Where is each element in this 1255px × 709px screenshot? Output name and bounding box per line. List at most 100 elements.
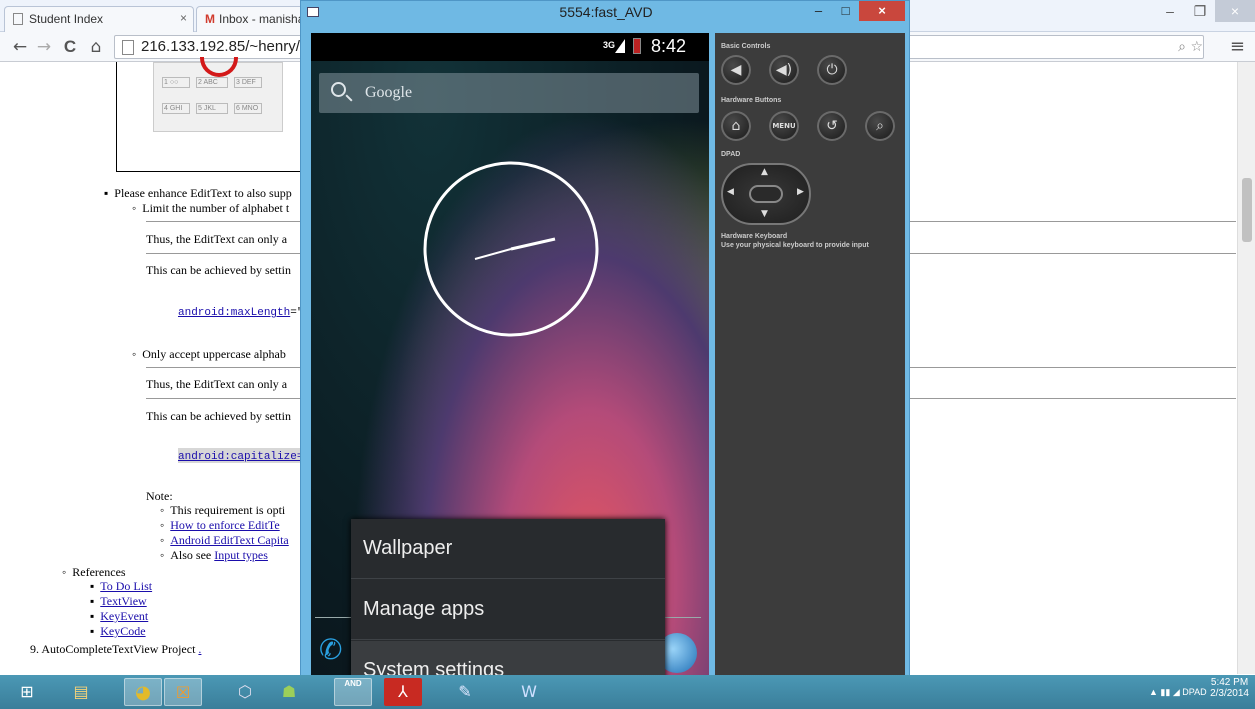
signal-icon (615, 39, 625, 53)
divider (146, 367, 300, 368)
maximize-button[interactable]: ❐ (1185, 0, 1215, 22)
tray-label: DPAD (1182, 687, 1207, 697)
google-search-bar[interactable]: Google (319, 73, 699, 113)
windows-taskbar: ⊞ ▤ ◕ ☒ ⬡ ☗ AND ⅄ ✎ W ▲ ▮▮ ◢ DPAD 5:42 P… (0, 675, 1255, 709)
reload-button[interactable]: C (60, 37, 80, 57)
file-explorer-icon[interactable]: ▤ (62, 678, 100, 706)
keypad-row: 4 GHI 5 JKL 6 MNO (162, 103, 262, 114)
key: 3 DEF (234, 77, 262, 88)
reference-item: ▪ TextView (90, 594, 147, 608)
reference-link[interactable]: TextView (100, 594, 146, 608)
android-emulator-icon[interactable]: AND (334, 678, 372, 706)
minimize-button[interactable]: – (1155, 0, 1185, 22)
virtualbox-icon[interactable]: ⬡ (226, 678, 264, 706)
back-icon[interactable]: ↺ (817, 111, 847, 141)
dpad-down-icon[interactable]: ▼ (761, 209, 768, 219)
reference-link[interactable]: KeyCode (100, 624, 145, 638)
tab-inbox[interactable]: M Inbox - manisha.v (196, 6, 316, 32)
body-text: This can be achieved by settin (146, 409, 291, 423)
page-icon (122, 40, 134, 55)
code-attribute-link[interactable]: android:maxLength (178, 307, 290, 319)
power-icon[interactable]: ⏻ (817, 55, 847, 85)
chrome-icon[interactable]: ◕ (124, 678, 162, 706)
note-item: ◦ Also see Input types (160, 548, 268, 562)
android-icon[interactable]: ☗ (270, 678, 308, 706)
note-link[interactable]: How to enforce EditTe (170, 518, 279, 532)
dpad-control[interactable]: ▲ ▼ ◀ ▶ (721, 163, 811, 225)
menu-icon[interactable]: ≡ (1230, 36, 1245, 57)
status-time: 8:42 (651, 36, 687, 56)
body-text: This can be achieved by settin (146, 263, 291, 277)
status-bar: 3G 8:42 (311, 33, 709, 61)
note-label: Note: (146, 489, 173, 503)
menu-button[interactable]: MENU (769, 111, 799, 141)
emulator-app-icon (307, 7, 319, 17)
dpad-right-icon[interactable]: ▶ (797, 187, 804, 197)
section-link[interactable]: . (198, 642, 201, 656)
scrollbar-thumb[interactable] (1242, 178, 1252, 242)
hardware-keyboard-desc: Use your physical keyboard to provide in… (721, 242, 869, 249)
key: 2 ABC (196, 77, 228, 88)
paint-icon[interactable]: ✎ (446, 678, 484, 706)
menu-item-manage-apps[interactable]: Manage apps (351, 580, 665, 640)
tab-close-icon[interactable]: × (180, 11, 187, 25)
section-heading: 9. AutoCompleteTextView Project . (30, 642, 202, 656)
analog-clock-widget[interactable] (421, 159, 601, 339)
input-types-link[interactable]: Input types (214, 548, 268, 562)
emulator-controls-panel: Basic Controls ◀ ◀) ⏻ Hardware Buttons ⌂… (715, 33, 905, 679)
dpad-left-icon[interactable]: ◀ (727, 187, 734, 197)
phone-icon[interactable]: ✆ (319, 633, 342, 666)
bookmark-star-icon[interactable]: ⌕ ☆ (1178, 39, 1203, 55)
highlight-circle (200, 57, 238, 77)
references-heading: ◦ References (62, 565, 126, 579)
reference-item: ▪ KeyCode (90, 624, 146, 638)
word-icon[interactable]: W (510, 678, 548, 706)
dpad-center[interactable] (749, 185, 783, 203)
url-text: 216.133.192.85/~henry/ (141, 38, 300, 55)
battery-icon (633, 38, 641, 54)
back-button[interactable]: ← (10, 37, 30, 57)
volume-down-icon[interactable]: ◀ (721, 55, 751, 85)
key: 5 JKL (196, 103, 228, 114)
note-link[interactable]: Android EditText Capita (170, 533, 288, 547)
volume-up-icon[interactable]: ◀) (769, 55, 799, 85)
note-item: ◦ How to enforce EditTe (160, 518, 280, 532)
reference-link[interactable]: To Do List (100, 579, 152, 593)
menu-item-system-settings[interactable]: System settings (351, 641, 665, 679)
reference-link[interactable]: KeyEvent (100, 609, 148, 623)
tab-student-index[interactable]: Student Index × (4, 6, 194, 32)
adobe-reader-icon[interactable]: ⅄ (384, 678, 422, 706)
emulator-title-bar: 5554:fast_AVD – □ × (301, 1, 911, 31)
start-button[interactable]: ⊞ (8, 678, 46, 706)
divider (910, 398, 1236, 399)
forward-button[interactable]: → (34, 37, 54, 57)
divider (146, 253, 300, 254)
hardware-buttons-label: Hardware Buttons (721, 97, 782, 104)
emulator-window-controls: – □ × (805, 1, 905, 21)
divider (146, 398, 300, 399)
minimize-button[interactable]: – (805, 1, 832, 21)
sub-bullet-text: ◦ Limit the number of alphabet t (132, 201, 290, 215)
maximize-button[interactable]: □ (832, 1, 859, 21)
key: 6 MNO (234, 103, 262, 114)
dpad-up-icon[interactable]: ▲ (761, 167, 768, 177)
tray-icons[interactable]: ▲ ▮▮ ◢ DPAD (1149, 687, 1209, 699)
menu-item-wallpaper[interactable]: Wallpaper (351, 519, 665, 579)
home-icon[interactable]: ⌂ (721, 111, 751, 141)
search-icon[interactable]: ⌕ (865, 111, 895, 141)
system-clock[interactable]: 5:42 PM 2/3/2014 (1210, 677, 1249, 699)
search-placeholder: Google (365, 84, 413, 101)
reference-item: ▪ KeyEvent (90, 609, 149, 623)
page-scrollbar[interactable] (1237, 62, 1255, 674)
device-screen[interactable]: 3G 8:42 Google ✆ Wallpaper Manage apps S… (311, 33, 709, 679)
app-icon[interactable]: ☒ (164, 678, 202, 706)
sub-bullet-text: ◦ Only accept uppercase alphab (132, 347, 286, 361)
code-attribute-link[interactable]: android:capitalize= (178, 451, 303, 463)
home-button[interactable]: ⌂ (86, 37, 106, 57)
body-text: Thus, the EditText can only a (146, 232, 288, 246)
close-button[interactable]: × (859, 1, 905, 21)
browser-window-controls: – ❐ × (1155, 0, 1255, 24)
divider (910, 221, 1236, 222)
divider (910, 367, 1236, 368)
close-button[interactable]: × (1215, 0, 1255, 22)
